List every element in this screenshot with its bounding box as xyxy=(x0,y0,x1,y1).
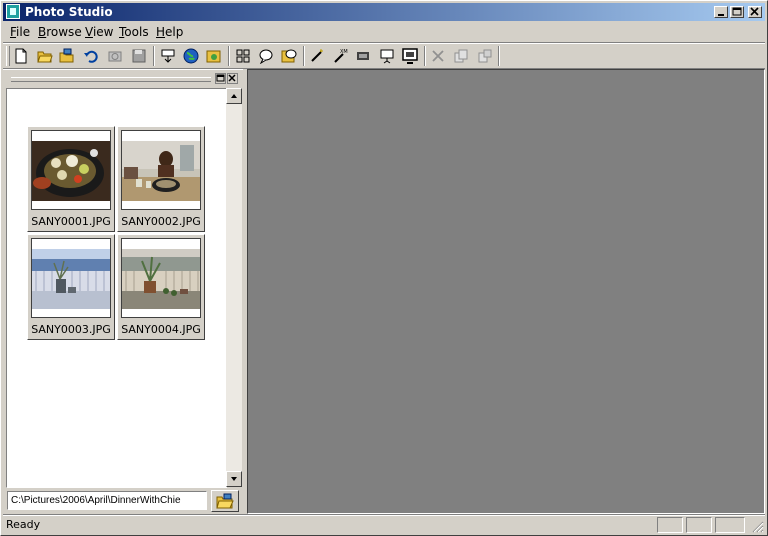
window-title: Photo Studio xyxy=(25,5,113,19)
move-icon[interactable] xyxy=(475,46,495,66)
main-toolbar: XML xyxy=(3,44,765,68)
restore-icon xyxy=(216,74,225,82)
browse-folder-icon[interactable] xyxy=(57,46,77,66)
title-bar[interactable]: Photo Studio xyxy=(3,3,765,21)
presentation-icon[interactable] xyxy=(377,46,397,66)
download-icon[interactable] xyxy=(158,46,178,66)
save-icon[interactable] xyxy=(129,46,149,66)
open-folder-icon xyxy=(216,493,234,509)
minimize-button[interactable] xyxy=(714,6,728,18)
slideshow-folder-icon[interactable] xyxy=(204,46,224,66)
xml-wand-icon[interactable]: XML xyxy=(330,46,350,66)
arrow-up-icon xyxy=(231,94,237,98)
app-icon[interactable] xyxy=(6,4,20,19)
thumbnail-image xyxy=(31,130,111,210)
thumbnail-browser[interactable]: SANY0001.JPG SANY0002.JPG SANY0003.JPG S… xyxy=(6,88,227,488)
pane-restore-button[interactable] xyxy=(215,73,226,84)
minimize-icon xyxy=(718,14,724,16)
close-icon xyxy=(750,7,759,16)
thumbnail-item[interactable]: SANY0002.JPG xyxy=(117,126,205,232)
browse-folder-button[interactable] xyxy=(211,490,239,512)
thumbnail-filename: SANY0002.JPG xyxy=(121,215,201,228)
close-icon xyxy=(228,74,236,82)
capture-icon[interactable] xyxy=(105,46,125,66)
thumbnail-filename: SANY0004.JPG xyxy=(121,323,201,336)
pane-close-button[interactable] xyxy=(227,73,238,84)
thumbnail-image xyxy=(121,238,201,318)
magic-wand-icon[interactable] xyxy=(307,46,327,66)
thumbnail-filename: SANY0001.JPG xyxy=(31,215,111,228)
svg-text:XML: XML xyxy=(340,49,348,55)
scroll-up-button[interactable] xyxy=(226,88,242,104)
status-bar: Ready xyxy=(3,516,765,534)
copy-icon[interactable] xyxy=(451,46,471,66)
scroll-down-button[interactable] xyxy=(226,471,242,487)
comment-icon[interactable] xyxy=(256,46,276,66)
thumbnail-item[interactable]: SANY0001.JPG xyxy=(27,126,115,232)
app-window: Photo Studio File Browse View Tools Help xyxy=(0,0,768,536)
browser-pane-header[interactable] xyxy=(5,71,241,87)
film-icon[interactable] xyxy=(353,46,373,66)
menu-tools[interactable]: Tools xyxy=(119,25,149,39)
thumbnail-filename: SANY0003.JPG xyxy=(31,323,111,336)
arrow-down-icon xyxy=(231,477,237,481)
image-viewer[interactable] xyxy=(247,69,765,514)
pane-grip[interactable] xyxy=(11,77,211,82)
resize-grip-icon[interactable] xyxy=(752,521,764,533)
menu-file[interactable]: File xyxy=(10,25,30,39)
toolbar-grip[interactable] xyxy=(6,46,10,66)
close-button[interactable] xyxy=(748,6,762,18)
monitor-icon[interactable] xyxy=(400,46,420,66)
menu-help[interactable]: Help xyxy=(156,25,183,39)
status-panel xyxy=(657,517,683,533)
delete-icon[interactable] xyxy=(428,46,448,66)
thumbnail-image xyxy=(31,238,111,318)
maximize-icon xyxy=(732,7,742,16)
toolbar-end xyxy=(498,46,500,66)
new-document-icon[interactable] xyxy=(11,46,31,66)
thumbnail-grid-icon[interactable] xyxy=(233,46,253,66)
status-panel xyxy=(715,517,745,533)
menu-view[interactable]: View xyxy=(85,25,113,39)
toolbar-separator xyxy=(424,46,426,66)
info-icon[interactable] xyxy=(279,46,299,66)
folder-path-field[interactable] xyxy=(7,491,207,510)
thumbnail-item[interactable]: SANY0003.JPG xyxy=(27,234,115,340)
menu-bar: File Browse View Tools Help xyxy=(3,23,765,42)
menu-browse[interactable]: Browse xyxy=(38,25,82,39)
status-text: Ready xyxy=(6,518,41,531)
toolbar-separator xyxy=(303,46,305,66)
thumbnail-image xyxy=(121,130,201,210)
toolbar-separator xyxy=(228,46,230,66)
toolbar-separator xyxy=(153,46,155,66)
thumbnail-scrollbar[interactable] xyxy=(226,88,242,487)
web-icon[interactable] xyxy=(181,46,201,66)
undo-icon[interactable] xyxy=(81,46,101,66)
maximize-button[interactable] xyxy=(730,6,744,18)
thumbnail-item[interactable]: SANY0004.JPG xyxy=(117,234,205,340)
open-folder-icon[interactable] xyxy=(35,46,55,66)
status-panel xyxy=(686,517,712,533)
